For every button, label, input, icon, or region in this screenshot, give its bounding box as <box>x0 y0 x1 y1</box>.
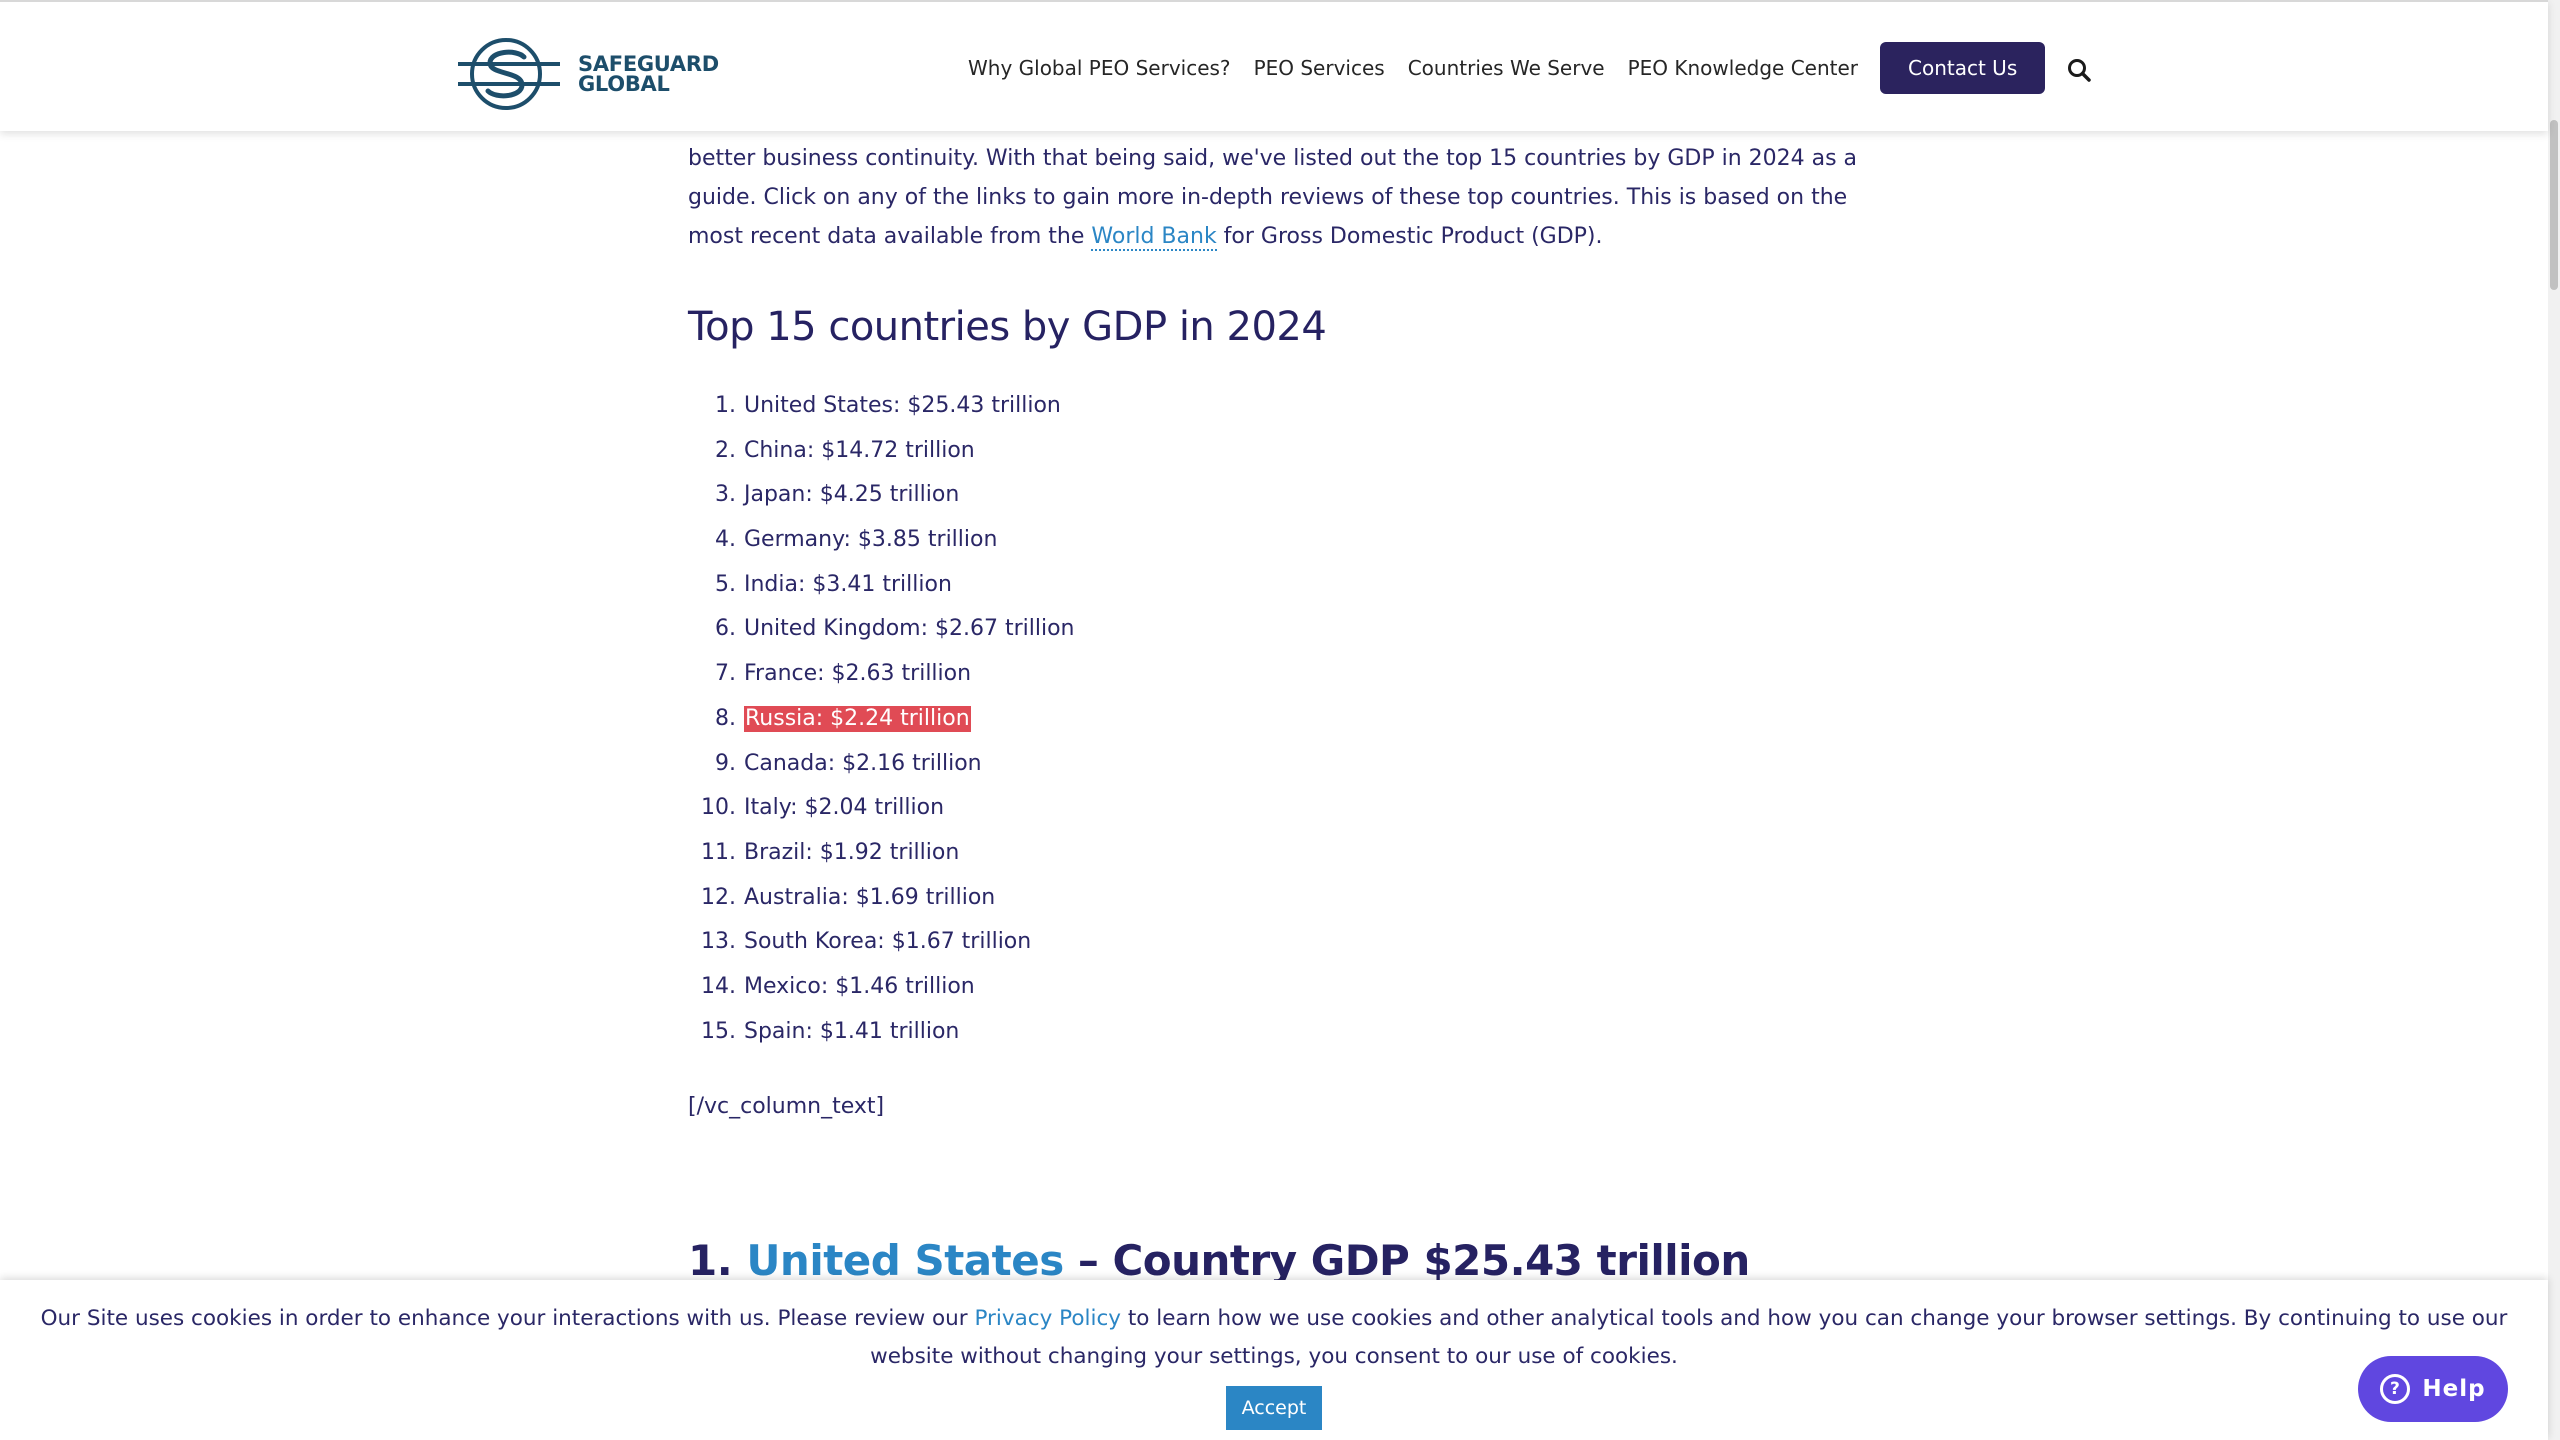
accept-cookies-button[interactable]: Accept <box>1225 1386 1323 1430</box>
nav-peo-services[interactable]: PEO Services <box>1254 56 1385 80</box>
list-item: 7. France: $2.63 trillion <box>688 652 1868 697</box>
list-number: 10. <box>701 795 736 821</box>
list-number: 2. <box>715 437 736 463</box>
list-number: 7. <box>715 661 736 687</box>
nav-peo-knowledge-center[interactable]: PEO Knowledge Center <box>1628 56 1858 80</box>
safeguard-logo-icon <box>458 38 560 110</box>
logo[interactable]: SAFEGUARD GLOBAL <box>456 34 719 114</box>
help-button[interactable]: ? Help <box>2358 1356 2508 1422</box>
list-text: France: $2.63 trillion <box>744 661 972 687</box>
logo-line-2: GLOBAL <box>578 72 670 96</box>
intro-text-2: for Gross Domestic Product (GDP). <box>1216 224 1603 249</box>
cookie-text: Our Site uses cookies in order to enhanc… <box>0 1300 2548 1376</box>
page-scrollbar[interactable] <box>2548 0 2560 1440</box>
gdp-list: 1. United States: $25.43 trillion 2. China… <box>688 384 1868 1054</box>
cookie-banner: Our Site uses cookies in order to enhanc… <box>0 1280 2548 1440</box>
scrollbar-thumb[interactable] <box>2550 120 2558 290</box>
list-item: 6. United Kingdom: $2.67 trillion <box>688 607 1868 652</box>
section-heading: 1. United States – Country GDP $25.43 tr… <box>688 1236 1750 1285</box>
list-number: 6. <box>715 616 736 642</box>
list-text: South Korea: $1.67 trillion <box>744 929 1032 955</box>
cookie-text-1: Our Site uses cookies in order to enhanc… <box>40 1306 975 1331</box>
list-item: 14. Mexico: $1.46 trillion <box>688 965 1868 1010</box>
privacy-policy-link[interactable]: Privacy Policy <box>974 1306 1121 1331</box>
help-label: Help <box>2422 1376 2486 1402</box>
list-item: 10. Italy: $2.04 trillion <box>688 786 1868 831</box>
list-number: 13. <box>701 929 736 955</box>
list-number: 1. <box>715 393 736 418</box>
logo-text: SAFEGUARD GLOBAL <box>578 52 719 96</box>
list-item: 1. United States: $25.43 trillion <box>688 384 1868 429</box>
nav-countries-we-serve[interactable]: Countries We Serve <box>1408 56 1605 80</box>
list-text: Australia: $1.69 trillion <box>744 884 996 910</box>
section-number: 1. <box>688 1236 747 1285</box>
list-item: 13. South Korea: $1.67 trillion <box>688 920 1868 965</box>
contact-us-button[interactable]: Contact Us <box>1880 42 2046 94</box>
logo-line-1: SAFEGUARD <box>578 52 719 76</box>
list-item: 12. Australia: $1.69 trillion <box>688 876 1868 921</box>
list-item: 9. Canada: $2.16 trillion <box>688 742 1868 787</box>
list-text: Germany: $3.85 trillion <box>744 527 998 553</box>
list-text: Canada: $2.16 trillion <box>744 750 982 776</box>
list-item: 5. India: $3.41 trillion <box>688 563 1868 608</box>
nav-why-global-peo[interactable]: Why Global PEO Services? <box>968 56 1231 80</box>
list-item: 3. Japan: $4.25 trillion <box>688 473 1868 518</box>
list-item: 11. Brazil: $1.92 trillion <box>688 831 1868 876</box>
article-content: They see emerging markets as a growth op… <box>688 100 1868 1119</box>
world-bank-link[interactable]: World Bank <box>1091 224 1217 251</box>
list-item: 4. Germany: $3.85 trillion <box>688 518 1868 563</box>
list-text-highlighted: Russia: $2.24 trillion <box>744 705 971 732</box>
list-number: 9. <box>715 750 736 776</box>
main-nav: Why Global PEO Services? PEO Services Co… <box>968 42 2046 94</box>
list-text: Italy: $2.04 trillion <box>744 795 945 821</box>
search-icon[interactable] <box>2066 57 2092 83</box>
list-text: United States: $25.43 trillion <box>744 393 1061 418</box>
section-heading-text: – Country GDP $25.43 trillion <box>1063 1236 1750 1285</box>
question-icon: ? <box>2380 1374 2411 1404</box>
list-item: 8. Russia: $2.24 trillion <box>688 697 1868 742</box>
site-header: SAFEGUARD GLOBAL Why Global PEO Services… <box>0 0 2548 131</box>
list-number: 8. <box>715 705 736 731</box>
list-number: 5. <box>715 571 736 597</box>
list-number: 14. <box>701 973 736 999</box>
united-states-link[interactable]: United States <box>746 1236 1064 1285</box>
page-heading: Top 15 countries by GDP in 2024 <box>688 304 1327 350</box>
list-text: Mexico: $1.46 trillion <box>744 973 975 999</box>
list-number: 11. <box>701 839 736 865</box>
list-text: United Kingdom: $2.67 trillion <box>744 616 1075 642</box>
shortcode-text: [/vc_column_text] <box>688 1094 885 1120</box>
list-item: 15. Spain: $1.41 trillion <box>688 1010 1868 1055</box>
list-text: China: $14.72 trillion <box>744 437 975 463</box>
list-text: India: $3.41 trillion <box>744 571 952 597</box>
list-text: Spain: $1.41 trillion <box>744 1018 960 1044</box>
list-number: 3. <box>715 482 736 508</box>
list-text: Japan: $4.25 trillion <box>744 482 960 508</box>
list-number: 4. <box>715 527 736 553</box>
list-number: 12. <box>701 884 736 910</box>
list-item: 2. China: $14.72 trillion <box>688 429 1868 474</box>
list-number: 15. <box>701 1018 736 1044</box>
list-text: Brazil: $1.92 trillion <box>744 839 960 865</box>
